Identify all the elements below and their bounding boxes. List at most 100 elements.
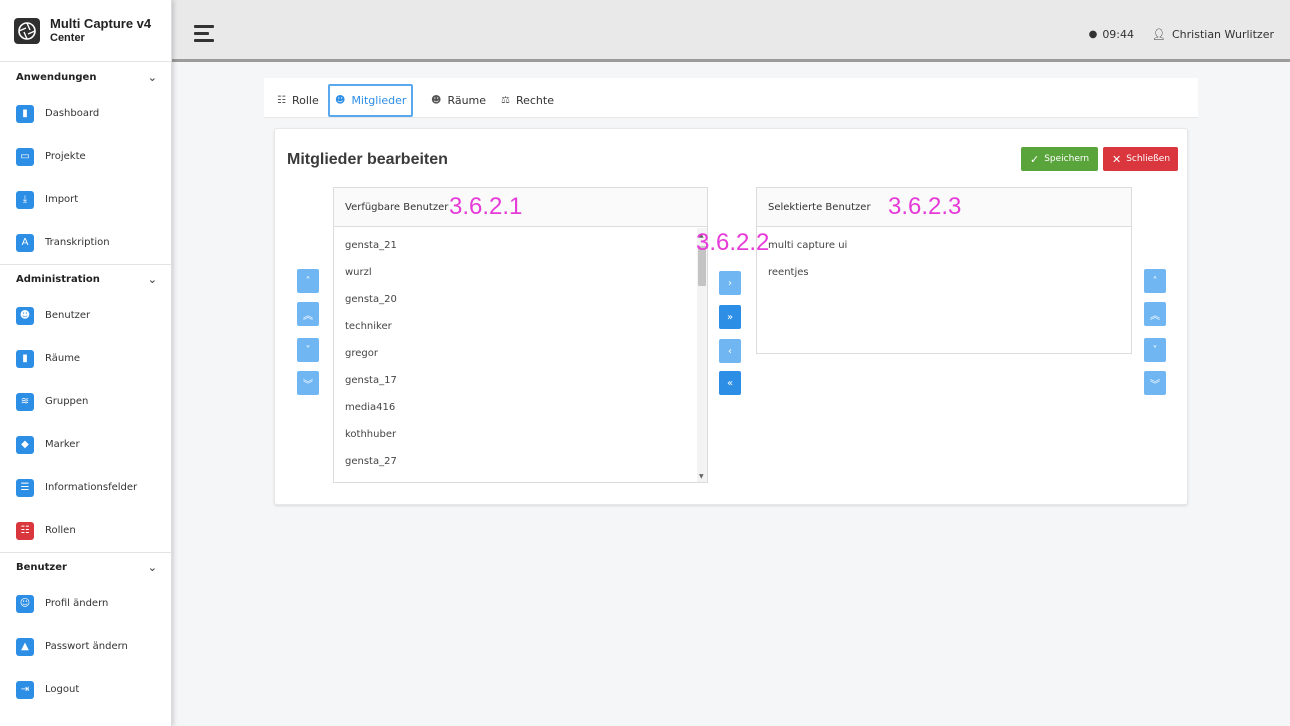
section-anwendungen[interactable]: Anwendungen ⌄ xyxy=(0,62,171,92)
scroll-down-arrow-icon[interactable]: ▼ xyxy=(699,473,704,480)
sidebar-item-rollen[interactable]: ☷ Rollen xyxy=(0,509,171,552)
layers-icon: ≋ xyxy=(16,392,34,411)
app-subtitle: Center xyxy=(50,31,85,44)
sidebar-item-label: Räume xyxy=(45,353,81,364)
list-item[interactable]: media416 xyxy=(334,394,707,421)
door-icon: ▮ xyxy=(16,349,34,368)
tab-rolle[interactable]: ☷ Rolle xyxy=(272,84,324,117)
move-top-button[interactable]: ︽ xyxy=(1144,302,1166,326)
roles-icon: ☷ xyxy=(16,521,34,540)
app-title: Multi Capture v4 xyxy=(50,15,152,31)
tab-label: Rolle xyxy=(291,94,319,107)
sidebar-item-benutzer[interactable]: ☻ Benutzer xyxy=(0,294,171,337)
move-top-button[interactable]: ︽ xyxy=(297,302,319,326)
move-bottom-button[interactable]: ︾ xyxy=(297,371,319,395)
tab-mitglieder[interactable]: ☻ Mitglieder xyxy=(328,84,414,117)
list-icon: ☰ xyxy=(16,478,34,497)
section-benutzer[interactable]: Benutzer ⌄ xyxy=(0,552,171,582)
sidebar-item-gruppen[interactable]: ≋ Gruppen xyxy=(0,380,171,423)
users-icon: ☻ xyxy=(16,306,34,325)
download-icon: ⤓ xyxy=(16,190,34,209)
sidebar-item-label: Profil ändern xyxy=(45,598,109,609)
sidebar-item-import[interactable]: ⤓ Import xyxy=(0,178,171,221)
add-selected-button[interactable]: › xyxy=(719,271,741,295)
save-button[interactable]: ✓ Speichern xyxy=(1021,147,1098,171)
annotation-label: 3.6.2.1 xyxy=(449,193,523,220)
chevron-down-icon: ⌄ xyxy=(147,273,157,286)
sidebar-item-label: Marker xyxy=(45,439,80,450)
sidebar-item-label: Rollen xyxy=(45,525,76,536)
sidebar-item-marker[interactable]: ◆ Marker xyxy=(0,423,171,466)
panel-title: Verfügbare Benutzer xyxy=(345,201,449,213)
chevron-up-icon: ˄ xyxy=(1152,275,1158,287)
sidebar-item-passwort-aendern[interactable]: ▲ Passwort ändern xyxy=(0,625,171,668)
close-button[interactable]: ✕ Schließen xyxy=(1103,147,1178,171)
panel-title: Selektierte Benutzer xyxy=(768,201,871,213)
sidebar-item-logout[interactable]: ⇥ Logout xyxy=(0,668,171,711)
sidebar-item-label: Dashboard xyxy=(45,108,100,119)
sidebar-item-label: Passwort ändern xyxy=(45,641,128,652)
move-down-button[interactable]: ˅ xyxy=(1144,338,1166,362)
list-item[interactable]: techniker xyxy=(334,313,707,340)
list-item[interactable]: gregor xyxy=(334,340,707,367)
double-chevron-up-icon: ︽ xyxy=(1150,310,1160,322)
clock-icon: ● xyxy=(1088,29,1098,40)
available-users-list[interactable]: gensta_21 wurzl gensta_20 techniker greg… xyxy=(334,227,707,475)
list-item[interactable]: kothhuber xyxy=(334,421,707,448)
list-item[interactable]: gensta_21 xyxy=(334,232,707,259)
brand[interactable]: Multi Capture v4 Center xyxy=(0,0,171,62)
list-item[interactable]: gensta_20 xyxy=(334,286,707,313)
remove-all-button[interactable]: « xyxy=(719,371,741,395)
font-icon: A xyxy=(16,233,34,252)
sidebar-item-label: Gruppen xyxy=(45,396,89,407)
selected-users-panel: Selektierte Benutzer 3.6.2.3 multi captu… xyxy=(756,187,1132,354)
chevron-down-icon: ˅ xyxy=(305,344,311,356)
sidebar-item-label: Transkription xyxy=(45,237,110,248)
check-icon: ✓ xyxy=(1030,152,1040,166)
tab-rechte[interactable]: ⚖ Rechte xyxy=(496,84,559,117)
sidebar-item-transkription[interactable]: A Transkription xyxy=(0,221,171,264)
section-label: Benutzer xyxy=(16,562,67,573)
list-item[interactable]: gensta_17 xyxy=(334,367,707,394)
members-editor-card: Mitglieder bearbeiten ✓ Speichern ✕ Schlie… xyxy=(274,128,1188,505)
chevron-up-icon: ˄ xyxy=(305,275,311,287)
section-label: Administration xyxy=(16,274,100,285)
chevron-down-icon: ⌄ xyxy=(147,561,157,574)
sidebar-item-label: Benutzer xyxy=(45,310,91,321)
tag-icon: ◆ xyxy=(16,435,34,454)
hamburger-menu-icon[interactable] xyxy=(194,25,214,46)
section-administration[interactable]: Administration ⌄ xyxy=(0,264,171,294)
sidebar-item-projekte[interactable]: ▭ Projekte xyxy=(0,135,171,178)
move-up-button[interactable]: ˄ xyxy=(297,269,319,293)
move-up-button[interactable]: ˄ xyxy=(1144,269,1166,293)
tab-raeume[interactable]: ☻ Räume xyxy=(426,84,491,117)
sidebar-item-raeume[interactable]: ▮ Räume xyxy=(0,337,171,380)
list-item[interactable]: gensta_27 xyxy=(334,448,707,475)
sidebar-item-dashboard[interactable]: ▮ Dashboard xyxy=(0,92,171,135)
tab-label: Rechte xyxy=(515,94,554,107)
section-label: Anwendungen xyxy=(16,71,97,83)
chevron-left-icon: ‹ xyxy=(728,345,732,357)
remove-selected-button[interactable]: ‹ xyxy=(719,339,741,363)
sidebar-item-profil-aendern[interactable]: ☺ Profil ändern xyxy=(0,582,171,625)
user-icon: ☺ xyxy=(16,594,34,613)
sidebar-item-label: Projekte xyxy=(45,151,86,162)
move-down-button[interactable]: ˅ xyxy=(297,338,319,362)
chevron-down-icon: ⌄ xyxy=(147,70,157,84)
move-bottom-button[interactable]: ︾ xyxy=(1144,371,1166,395)
annotation-label: 3.6.2.2 xyxy=(696,229,770,256)
add-all-button[interactable]: » xyxy=(719,305,741,329)
list-item[interactable]: multi capture ui xyxy=(757,232,1131,259)
sidebar-item-informationsfelder[interactable]: ☰ Informationsfelder xyxy=(0,466,171,509)
lock-icon: ▲ xyxy=(16,637,34,656)
list-scrollbar[interactable]: ▲ ▼ xyxy=(697,228,707,482)
list-item[interactable]: reentjes xyxy=(757,259,1131,286)
header-user-name[interactable]: Christian Wurlitzer xyxy=(1172,28,1274,41)
top-bar: ● 09:44 👤︎ Christian Wurlitzer xyxy=(172,0,1290,62)
user-icon: 👤︎ xyxy=(1152,28,1166,41)
scale-icon: ⚖ xyxy=(501,95,510,106)
tab-bar: ☷ Rolle ☻ Mitglieder ☻ Räume ⚖ Rechte xyxy=(264,78,1198,118)
available-users-header: Verfügbare Benutzer 3.6.2.1 xyxy=(334,188,707,227)
selected-users-list[interactable]: multi capture ui reentjes xyxy=(757,227,1131,286)
list-item[interactable]: wurzl xyxy=(334,259,707,286)
